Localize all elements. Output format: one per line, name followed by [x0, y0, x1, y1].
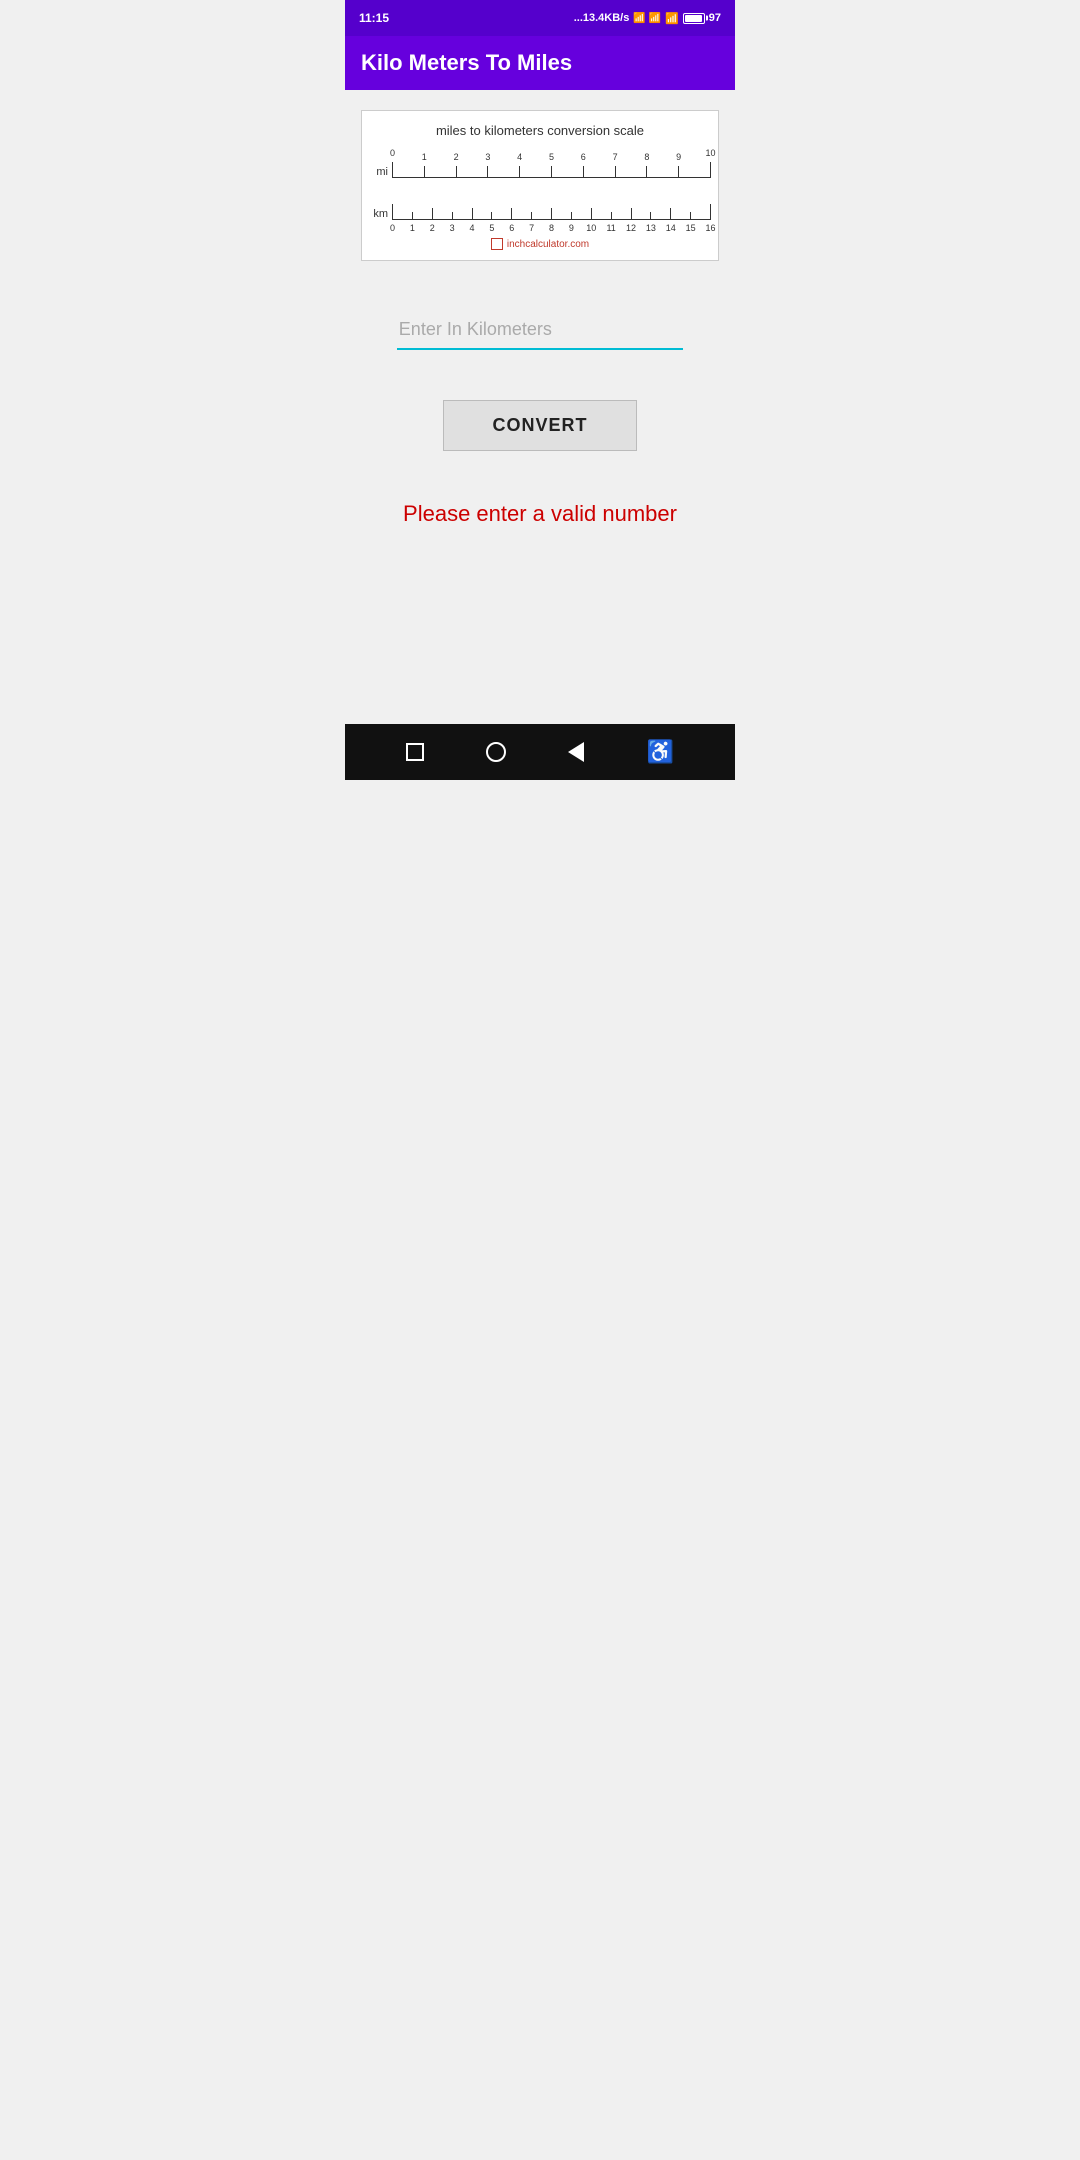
tick: 5 [551, 166, 552, 178]
recents-button[interactable] [406, 743, 424, 761]
accessibility-button[interactable]: ♿ [646, 739, 673, 765]
battery-level: 97 [709, 12, 721, 24]
km-input[interactable] [397, 311, 683, 350]
input-container [397, 311, 683, 350]
tick: 1 [412, 212, 413, 220]
time: 11:15 [359, 11, 389, 25]
scale-title: miles to kilometers conversion scale [370, 123, 710, 138]
tick: 12 [631, 208, 632, 220]
tick: 13 [650, 212, 651, 220]
tick: 2 [456, 166, 457, 178]
tick: 3 [452, 212, 453, 220]
back-triangle-icon [568, 742, 584, 762]
network-speed: ...13.4KB/s [574, 12, 630, 24]
tick: 14 [670, 208, 671, 220]
tick: 0 [392, 204, 393, 220]
tick: 8 [646, 166, 647, 178]
km-ruler-row: km 0 1 2 3 4 5 [370, 184, 710, 220]
error-message: Please enter a valid number [383, 501, 697, 527]
tick: 5 [491, 212, 492, 220]
tick: 6 [583, 166, 584, 178]
km-label: km [370, 208, 392, 220]
tick: 0 [392, 162, 393, 178]
circle-icon [486, 742, 506, 762]
accessibility-icon: ♿ [646, 739, 673, 765]
battery-fill [685, 15, 702, 22]
watermark: inchcalculator.com [370, 238, 710, 250]
tick: 16 [710, 204, 711, 220]
tick: 11 [611, 212, 612, 220]
tick: 4 [519, 166, 520, 178]
convert-button[interactable]: CONVERT [443, 400, 636, 451]
tick: 10 [710, 162, 711, 178]
tick: 15 [690, 212, 691, 220]
tick: 10 [591, 208, 592, 220]
status-bar: 11:15 ...13.4KB/s 📶 📶 📶 97 [345, 0, 735, 36]
wifi-icon: 📶 [665, 12, 679, 25]
tick: 7 [615, 166, 616, 178]
tick: 7 [531, 212, 532, 220]
km-ruler: 0 1 2 3 4 5 6 [392, 184, 710, 220]
tick: 1 [424, 166, 425, 178]
signal-icons: 📶 📶 [633, 13, 661, 24]
tick: 4 [472, 208, 473, 220]
miles-ruler: 0 1 2 3 4 5 6 [392, 146, 710, 178]
calc-icon [491, 238, 503, 250]
tick: 9 [678, 166, 679, 178]
status-right: ...13.4KB/s 📶 📶 📶 97 [574, 12, 721, 25]
tick: 9 [571, 212, 572, 220]
main-content: miles to kilometers conversion scale mi … [345, 90, 735, 724]
watermark-text: inchcalculator.com [507, 239, 589, 250]
tick: 6 [511, 208, 512, 220]
scale-container: miles to kilometers conversion scale mi … [361, 110, 719, 261]
home-button[interactable] [486, 742, 506, 762]
square-icon [406, 743, 424, 761]
tick: 2 [432, 208, 433, 220]
app-bar: Kilo Meters To Miles [345, 36, 735, 90]
bottom-nav: ♿ [345, 724, 735, 780]
back-button[interactable] [568, 742, 584, 762]
miles-label: mi [370, 166, 392, 178]
miles-ruler-row: mi 0 1 2 3 4 5 [370, 146, 710, 178]
tick: 3 [487, 166, 488, 178]
app-title: Kilo Meters To Miles [361, 50, 572, 75]
tick: 8 [551, 208, 552, 220]
battery-icon [683, 13, 705, 24]
